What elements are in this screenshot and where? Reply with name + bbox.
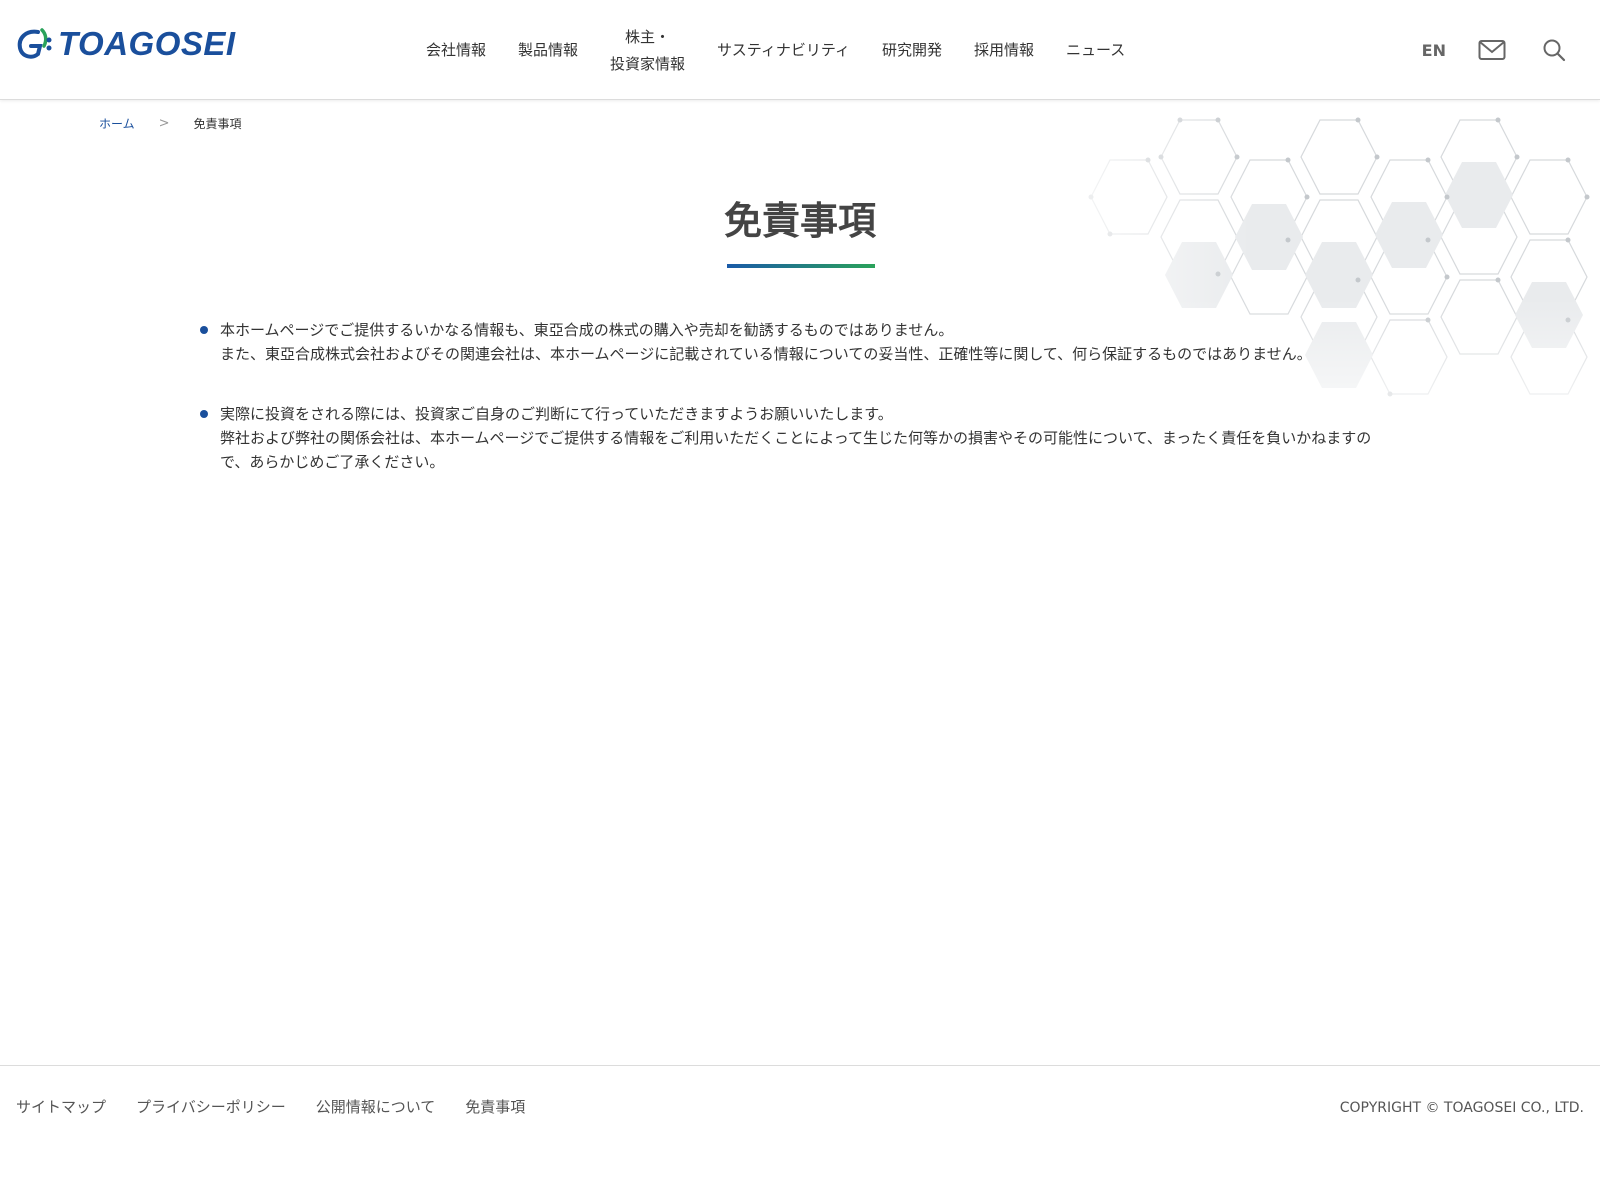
- nav-item-investors[interactable]: 株主・ 投資家情報: [594, 22, 701, 78]
- title-underline: [727, 264, 875, 268]
- footer-link-disclaimer[interactable]: 免責事項: [465, 1096, 525, 1117]
- breadcrumb: ホーム > 免責事項: [99, 115, 242, 132]
- logo-text: TOAGOSEI: [58, 25, 236, 62]
- mail-icon[interactable]: [1476, 34, 1508, 66]
- nav-item-company[interactable]: 会社情報: [410, 36, 502, 64]
- page-title: 免責事項: [723, 199, 876, 243]
- disclaimer-text: また、東亞合成株式会社およびその関連会社は、本ホームページに記載されている情報に…: [220, 345, 1312, 363]
- footer-link-disclosure[interactable]: 公開情報について: [316, 1096, 436, 1117]
- list-item: 本ホームページでご提供するいかなる情報も、東亞合成の株式の購入や売却を勧誘するも…: [198, 318, 1398, 366]
- toagosei-logo[interactable]: TOAGOSEI: [16, 25, 236, 62]
- nav-item-news[interactable]: ニュース: [1050, 36, 1141, 64]
- search-icon[interactable]: [1538, 34, 1570, 66]
- main-nav: 会社情報 製品情報 株主・ 投資家情報 サスティナビリティ 研究開発 採用情報 …: [410, 0, 1141, 100]
- nav-item-investors-line1: 株主・: [625, 28, 671, 46]
- breadcrumb-separator: >: [158, 116, 170, 131]
- list-item: 実際に投資をされる際には、投資家ご自身のご判断にて行っていただきますようお願いい…: [198, 402, 1398, 474]
- nav-item-sustainability[interactable]: サスティナビリティ: [701, 36, 866, 64]
- bullet-icon: [200, 326, 208, 334]
- disclaimer-content: 本ホームページでご提供するいかなる情報も、東亞合成の株式の購入や売却を勧誘するも…: [198, 318, 1398, 510]
- footer-link-privacy[interactable]: プライバシーポリシー: [136, 1096, 286, 1117]
- disclaimer-text: 弊社および弊社の関係会社は、本ホームページでご提供する情報をご利用いただくことに…: [220, 429, 1372, 471]
- nav-item-research[interactable]: 研究開発: [866, 36, 958, 64]
- site-header: TOAGOSEI 会社情報 製品情報 株主・ 投資家情報 サスティナビリティ 研…: [0, 0, 1600, 100]
- disclaimer-text: 本ホームページでご提供するいかなる情報も、東亞合成の株式の購入や売却を勧誘するも…: [220, 321, 954, 339]
- copyright: COPYRIGHT © TOAGOSEI CO., LTD.: [1339, 1100, 1584, 1116]
- nav-item-products[interactable]: 製品情報: [502, 36, 594, 64]
- footer-links: サイトマップ プライバシーポリシー 公開情報について 免責事項: [16, 1096, 555, 1117]
- footer-link-sitemap[interactable]: サイトマップ: [16, 1096, 106, 1117]
- bullet-icon: [200, 410, 208, 418]
- disclaimer-text: 実際に投資をされる際には、投資家ご自身のご判断にて行っていただきますようお願いい…: [220, 405, 893, 423]
- breadcrumb-home-link[interactable]: ホーム: [99, 115, 135, 132]
- nav-item-recruit[interactable]: 採用情報: [958, 36, 1050, 64]
- header-utilities: EN: [1422, 0, 1600, 100]
- nav-item-investors-line2: 投資家情報: [610, 55, 686, 73]
- lang-switch-en[interactable]: EN: [1422, 41, 1446, 60]
- breadcrumb-current: 免責事項: [193, 117, 242, 131]
- logo-mark-icon: [17, 28, 52, 59]
- site-footer: サイトマップ プライバシーポリシー 公開情報について 免責事項 COPYRIGH…: [0, 1065, 1600, 1200]
